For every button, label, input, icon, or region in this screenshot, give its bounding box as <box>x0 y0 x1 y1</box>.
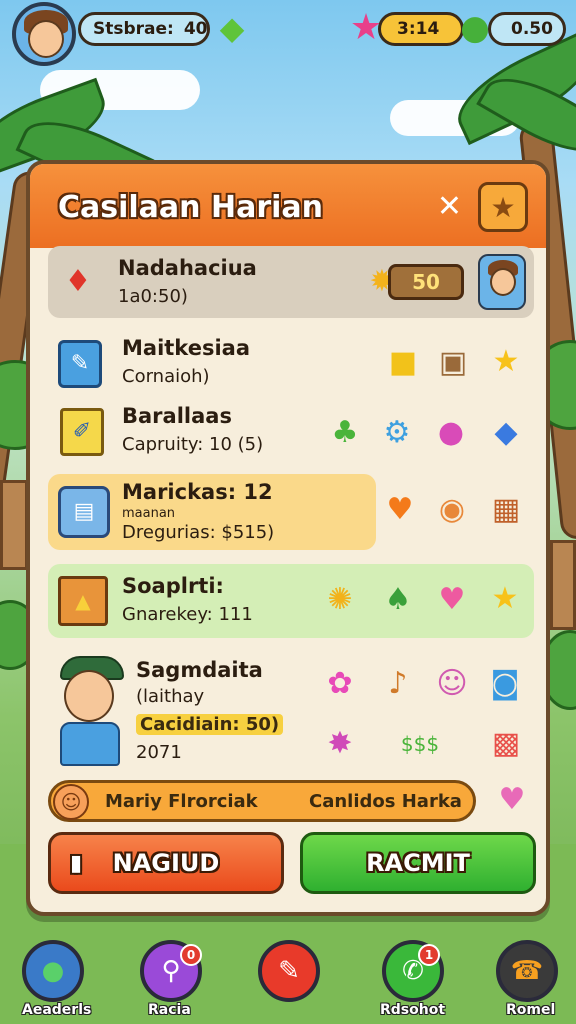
nav-button-phone[interactable]: ☎ <box>496 940 558 1002</box>
gear-icon: ⚙ <box>383 415 411 450</box>
level-value: 40 <box>183 19 208 39</box>
quest-name: Maitkesiaa <box>122 336 250 360</box>
sparkle-icon: ✸ <box>327 726 353 761</box>
notification-badge: 0 <box>180 944 202 966</box>
level-label: Stsbrae: <box>93 19 174 39</box>
star-icon: ★ <box>490 190 516 224</box>
level-indicator: Stsbrae: 40 <box>78 12 210 46</box>
box-icon: ■ <box>388 345 418 380</box>
gift-icon: ▩ <box>491 726 521 761</box>
quest-sub-2: Cacidiain: 50) <box>136 714 284 735</box>
reward-banner[interactable]: ☺ Mariy Flrorciak Canlidos Harka <box>48 780 476 822</box>
monster-icon: ● <box>41 956 65 986</box>
basket-icon: ▦ <box>491 492 521 527</box>
quest-row[interactable]: Sagmdaita (laithay Cacidiain: 50) 2071 ✿… <box>48 648 534 778</box>
banner-left-text: Mariy Flrorciak <box>105 791 258 812</box>
panel-title: Casilaan Harian <box>58 190 324 225</box>
quest-sub: Cornaioh) <box>122 366 210 387</box>
quest-name: Sagmdaita <box>136 658 263 682</box>
chest-icon: ▣ <box>438 345 468 380</box>
note-icon: ✐ <box>60 408 104 456</box>
heart-icon: ♥ <box>438 582 466 617</box>
lock-icon: ▮ <box>69 851 83 876</box>
nav-button-animals[interactable]: ● <box>22 940 84 1002</box>
berry-icon: ● <box>437 415 465 450</box>
nav-label: Racia <box>148 1002 191 1018</box>
crate-icon: ▲ <box>58 576 108 626</box>
confirm-label: RACMIT <box>366 849 470 877</box>
quest-sub: Capruity: 10 (5) <box>122 434 264 455</box>
panel-header: Casilaan Harian ✕ ★ <box>30 164 546 248</box>
nav-button-center[interactable]: ✎ <box>258 940 320 1002</box>
coins-value: 0.50 <box>511 19 553 39</box>
daily-quest-panel: Casilaan Harian ✕ ★ ♦ Nadahaciua 1a0:50)… <box>26 160 550 916</box>
reward-value: 50 <box>412 270 440 294</box>
quest-sub: (laithay <box>136 686 205 707</box>
face-icon: ☺ <box>53 784 89 820</box>
gem-icon[interactable]: ◆ <box>214 8 250 48</box>
character-avatar <box>478 254 526 310</box>
quest-name: Soaplrti: <box>122 574 224 598</box>
quest-name: Nadahaciua <box>118 256 257 280</box>
timer-indicator: 3:14 <box>378 12 464 46</box>
search-icon: ⚲ <box>161 956 181 986</box>
quest-row[interactable]: ✐ Barallaas Capruity: 10 (5) ♣ ⚙ ● ◆ <box>48 400 534 466</box>
pencil-icon: ✎ <box>278 956 300 986</box>
favorite-button[interactable]: ★ <box>478 182 528 232</box>
red-bag-icon: ♦ <box>64 264 92 299</box>
quest-row[interactable]: ▤ Marickas: 12 maanan Dregurias: $515) <box>48 474 376 550</box>
star-icon: ★ <box>492 344 520 379</box>
nav-label: Rdsohot <box>380 1002 446 1018</box>
quest-row[interactable]: ✎ Maitkesiaa Cornaioh) ■ ▣ ★ <box>48 330 534 396</box>
nav-label: Aeaderls <box>22 1002 92 1018</box>
quest-row[interactable]: ♦ Nadahaciua 1a0:50) ✹ 50 <box>48 246 534 318</box>
confirm-button[interactable]: RACMIT <box>300 832 536 894</box>
quest-sub-3: 2071 <box>136 742 182 763</box>
player-avatar[interactable] <box>12 2 76 66</box>
cancel-label: NAGIUD <box>112 849 220 877</box>
balloon-icon: ♥ <box>386 492 414 527</box>
quest-sub: Gnarekey: 111 <box>122 604 253 625</box>
nav-label: Romel <box>506 1002 556 1018</box>
quest-row[interactable]: ▲ Soaplrti: Gnarekey: 111 ✺ ♠ ♥ ★ <box>48 564 534 638</box>
flower-icon: ✿ <box>327 666 353 701</box>
cancel-button[interactable]: ▮ NAGIUD <box>48 832 284 894</box>
timer-value: 3:14 <box>397 19 440 39</box>
phone-icon: ☎ <box>510 956 544 986</box>
camera-icon: ◙ <box>490 666 520 701</box>
coins-icon: $$$ <box>400 732 440 756</box>
sunflower-icon: ✺ <box>327 582 353 617</box>
guitar-icon: ♪ <box>388 666 408 701</box>
quest-name: Barallaas <box>122 404 232 428</box>
robot-icon: ☺ <box>436 666 468 701</box>
map-icon: ▤ <box>58 486 110 538</box>
quest-sub: 1a0:50) <box>118 286 188 307</box>
crystal-icon: ◆ <box>494 415 518 450</box>
star-icon: ★ <box>491 581 519 616</box>
chat-bubble-icon[interactable]: ♥ <box>490 778 534 822</box>
cake-icon: ◉ <box>438 492 466 527</box>
character-portrait <box>54 656 126 766</box>
quest-name: Marickas: 12 <box>122 480 273 504</box>
notification-badge: 1 <box>418 944 440 966</box>
close-button[interactable]: ✕ <box>437 192 462 222</box>
leaf-icon: ♣ <box>331 415 359 450</box>
banner-right-text: Canlidos Harka <box>309 791 462 812</box>
plant-icon: ♠ <box>384 582 412 617</box>
quest-sub: Dregurias: $515) <box>122 522 275 543</box>
reward-pill: 50 <box>388 264 464 300</box>
notebook-icon: ✎ <box>58 340 102 388</box>
coins-indicator: 0.50 <box>488 12 566 46</box>
quest-sub-small: maanan <box>122 506 176 521</box>
